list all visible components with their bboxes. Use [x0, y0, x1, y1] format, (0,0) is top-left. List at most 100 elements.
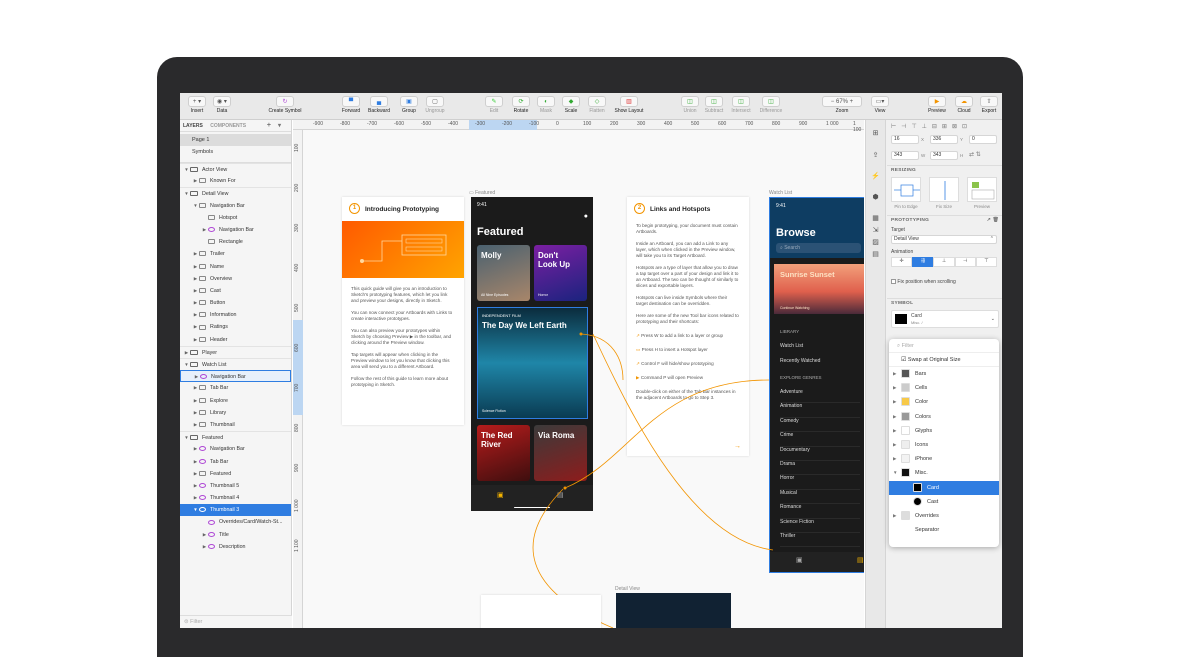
flatten-button[interactable]: ◇ Flatten	[585, 96, 609, 120]
difference-button[interactable]: ◫ Difference	[756, 96, 786, 120]
disclosure-icon[interactable]: ▶	[192, 248, 199, 260]
layer-item[interactable]: Overrides/Card/Watch-St...	[180, 516, 291, 528]
layer-item[interactable]: Rectangle	[180, 236, 291, 248]
data-button[interactable]: ◉ ▾ Data	[210, 96, 234, 120]
layer-item[interactable]: ▼ Watch List	[180, 358, 291, 370]
thumbnail[interactable]: Molly All Nine Episodes	[477, 245, 530, 301]
disclosure-icon[interactable]: ▶	[893, 381, 901, 395]
disclosure-icon[interactable]: ▶	[893, 367, 901, 381]
genre-item[interactable]: Documentary	[780, 447, 860, 461]
fix-size-control[interactable]	[929, 177, 959, 202]
detail-view-artboard[interactable]	[616, 593, 731, 628]
artboard-label[interactable]: Watch List	[769, 190, 792, 196]
union-button[interactable]: ◫ Union	[679, 96, 701, 120]
thumbnail[interactable]: The Red River	[477, 425, 530, 481]
layer-filter[interactable]: ⊜ Filter	[180, 615, 292, 628]
insert-button[interactable]: + ▾ Insert	[185, 96, 209, 120]
ungroup-button[interactable]: ▢ Ungroup	[421, 96, 449, 120]
library-tab-icon[interactable]: ▤	[857, 556, 864, 564]
watch-list-artboard[interactable]: 9:41 Browse ⌕ Search Sunrise Sunset Cont…	[769, 197, 864, 573]
layer-item[interactable]: ▼ Detail View	[180, 187, 291, 199]
tab-bar[interactable]: ▣ ▤	[471, 485, 593, 511]
layer-item[interactable]: ▶ Navigation Bar	[180, 370, 291, 383]
image-icon[interactable]: ▨	[871, 238, 881, 247]
disclosure-icon[interactable]: ▶	[192, 443, 199, 455]
zoom-out-icon[interactable]: −	[831, 99, 835, 105]
page-item[interactable]: Page 1	[180, 134, 291, 146]
genre-item[interactable]: Musical	[780, 490, 860, 505]
layer-item[interactable]: ▶ Name	[180, 261, 291, 273]
genre-item[interactable]: Comedy	[780, 418, 860, 433]
search-input[interactable]: ⌕ Search	[776, 243, 861, 253]
layer-item[interactable]: ▶ Tab Bar	[180, 456, 291, 468]
delete-link-icon[interactable]: ↗ 🗑	[987, 216, 999, 225]
disclosure-icon[interactable]: ▶	[192, 273, 199, 285]
fix-scroll-checkbox[interactable]: Fix position when scrolling	[891, 279, 956, 285]
disclosure-icon[interactable]: ▶	[192, 309, 199, 321]
forward-button[interactable]: ▀ Forward	[338, 96, 364, 120]
symbol-option[interactable]: ▶ Bars	[889, 367, 999, 381]
library-tab-icon[interactable]: ▤	[557, 491, 564, 499]
disclosure-icon[interactable]: ▶	[893, 438, 901, 452]
layer-item[interactable]: ▶ Information	[180, 309, 291, 321]
layer-item[interactable]: ▶ Button	[180, 297, 291, 309]
list-item[interactable]: Recently Watched	[780, 358, 820, 364]
layer-item[interactable]: ▶ Header	[180, 334, 291, 346]
zoom-in-icon[interactable]: +	[850, 99, 854, 105]
disclosure-icon[interactable]: ▶	[192, 382, 199, 394]
zoom-control[interactable]: − 67% + Zoom	[820, 96, 864, 120]
layer-item[interactable]: ▶ Description	[180, 541, 291, 553]
layer-item[interactable]: ▶ Navigation Bar	[180, 224, 291, 236]
layer-item[interactable]: ▶ Ratings	[180, 321, 291, 333]
symbol-option[interactable]: ▶ Icons	[889, 438, 999, 452]
featured-tab-icon[interactable]: ▣	[796, 556, 803, 564]
prototyping-header[interactable]: PROTOTYPING ↗ 🗑	[887, 215, 1002, 224]
genre-item[interactable]: Animation	[780, 403, 860, 418]
layer-item[interactable]: ▶ Known For	[180, 175, 291, 187]
height-field[interactable]: 343	[930, 151, 958, 160]
pin-to-edge-control[interactable]	[891, 177, 921, 202]
artboard-label[interactable]: ▭ Featured	[469, 190, 495, 196]
genre-item[interactable]: Thriller	[780, 533, 860, 548]
disclosure-icon[interactable]: ▶	[192, 395, 199, 407]
swap-original-size-checkbox[interactable]: ☑ Swap at Original Size	[889, 353, 999, 367]
genre-item[interactable]: Adventure	[780, 389, 860, 404]
disclosure-icon[interactable]: ▶	[192, 297, 199, 309]
disclosure-icon[interactable]: ▶	[893, 424, 901, 438]
chart-icon[interactable]: ▤	[871, 250, 881, 259]
layer-item[interactable]: ▶ Trailer	[180, 248, 291, 260]
featured-artboard[interactable]: 9:41 ● Featured Molly All Nine Episodes …	[471, 197, 593, 511]
disclosure-icon[interactable]: ▶	[192, 334, 199, 346]
symbol-select[interactable]: Card Misc. / ⌄	[891, 310, 999, 328]
disclosure-icon[interactable]: ▶	[893, 509, 901, 523]
layer-item[interactable]: ▶ Overview	[180, 273, 291, 285]
genre-item[interactable]: Drama	[780, 461, 860, 476]
view-button[interactable]: ▭▾ View	[868, 96, 892, 120]
symbol-icon[interactable]: ⬢	[871, 193, 881, 202]
scale-button[interactable]: ◆ Scale	[560, 96, 582, 120]
animation-none-icon[interactable]: ✛	[891, 257, 913, 267]
layer-item[interactable]: ▶ Thumbnail 5	[180, 480, 291, 492]
tab-layers[interactable]: LAYERS	[183, 123, 203, 129]
disclosure-icon[interactable]: ▶	[201, 529, 208, 541]
layer-item[interactable]: ▶ Library	[180, 407, 291, 419]
export-button[interactable]: ⇧ Export	[977, 96, 1001, 120]
hero-card[interactable]: Sunrise Sunset Continue Watching	[774, 264, 864, 314]
x-field[interactable]: 16	[891, 135, 919, 144]
links-artboard[interactable]: 2 Links and Hotspots To begin prototyping…	[627, 197, 749, 456]
animation-down-icon[interactable]: ⊤	[975, 257, 998, 267]
disclosure-icon[interactable]: ▶	[893, 410, 901, 424]
layer-item[interactable]: Hotspot	[180, 212, 291, 224]
disclosure-icon[interactable]: ▶	[192, 285, 199, 297]
disclosure-icon[interactable]: ▼	[893, 466, 901, 480]
genre-item[interactable]: Romance	[780, 504, 860, 519]
layer-item[interactable]: ▶ Tab Bar	[180, 382, 291, 394]
mask-button[interactable]: ◐ Mask	[535, 96, 557, 120]
disclosure-icon[interactable]: ▶	[201, 224, 208, 236]
layer-item[interactable]: ▶ Player	[180, 345, 291, 358]
tab-bar[interactable]: ▣ ▤	[770, 552, 864, 572]
disclosure-icon[interactable]: ▶	[192, 456, 199, 468]
page-item[interactable]: Symbols	[180, 146, 291, 158]
layer-item[interactable]: ▶ Featured	[180, 468, 291, 480]
symbol-option[interactable]: ▶ iPhone	[889, 452, 999, 466]
